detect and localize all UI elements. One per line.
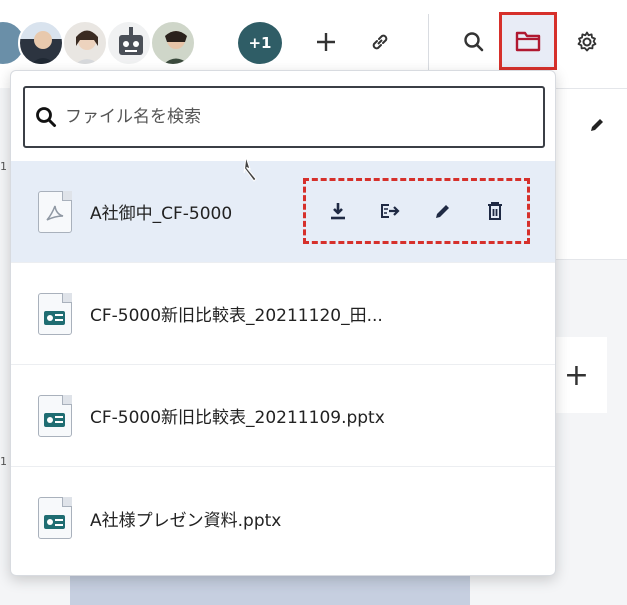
trash-icon [487,202,502,220]
delete-button[interactable] [480,196,510,226]
file-name[interactable]: CF-5000新旧比較表_20211120_田... [90,301,383,326]
pptx-file-icon [38,292,72,335]
participant-avatar[interactable] [62,20,108,66]
mouse-cursor-icon [243,156,257,182]
share-icon [381,204,400,218]
download-icon [331,203,346,220]
edit-icon [435,205,449,218]
link-button[interactable] [360,22,400,62]
add-icon [317,33,335,51]
robot-avatar[interactable] [106,20,152,66]
canvas-marker: 1 [0,455,7,468]
download-button[interactable] [323,196,353,226]
toolbar-divider [428,14,429,70]
search-button[interactable] [454,22,494,62]
canvas-marker: 1 [0,160,7,173]
file-search-input[interactable] [63,106,543,128]
files-dropdown: A社御中_CF-5000 CF-5000新旧比較表_20211120_田... [10,70,556,576]
file-name[interactable]: A社様プレゼン資料.pptx [90,506,281,531]
more-participants-badge[interactable]: +1 [236,20,284,66]
share-button[interactable] [375,196,405,226]
participant-avatar[interactable] [150,20,196,66]
pptx-file-icon [38,394,72,437]
pdf-file-icon [38,190,72,233]
file-actions [303,178,530,244]
search-icon [464,32,484,52]
folder-button[interactable] [499,12,557,70]
settings-button[interactable] [567,22,607,62]
file-name[interactable]: A社御中_CF-5000 [90,199,232,224]
participant-avatar[interactable] [18,20,64,66]
file-row[interactable]: A社様プレゼン資料.pptx [11,467,555,569]
edit-icon[interactable] [588,116,606,138]
link-icon [372,34,388,50]
canvas-background-shape [70,575,470,605]
file-name[interactable]: CF-5000新旧比較表_20211109.pptx [90,403,385,428]
file-search-box[interactable] [23,86,545,148]
file-row[interactable]: CF-5000新旧比較表_20211109.pptx [11,365,555,467]
gear-icon [577,31,597,52]
rename-button[interactable] [428,196,458,226]
add-button[interactable] [306,22,346,62]
add-icon: + [563,357,589,393]
pptx-file-icon [38,497,72,539]
side-panel [556,88,627,260]
search-icon [36,107,56,127]
file-row[interactable]: CF-5000新旧比較表_20211120_田... [11,263,555,365]
file-row[interactable]: A社御中_CF-5000 [11,161,555,263]
folder-icon [515,31,541,52]
